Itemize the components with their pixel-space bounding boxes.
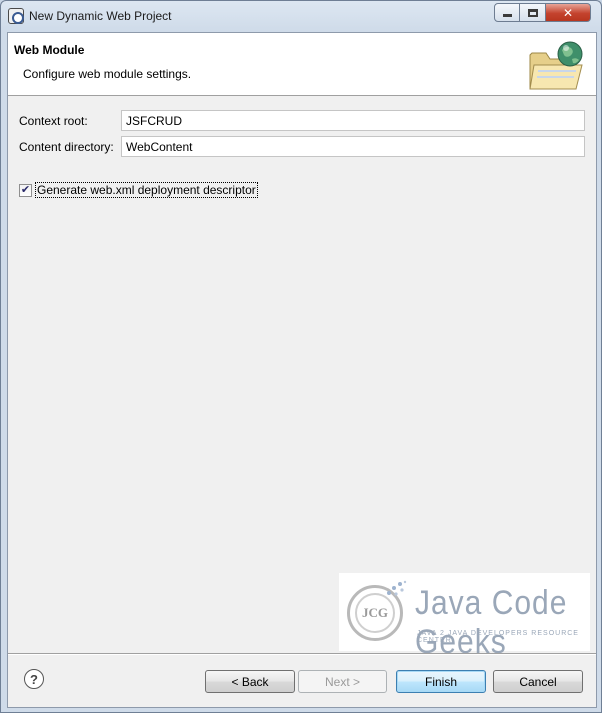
maximize-icon <box>527 8 538 17</box>
watermark-tagline: JAVA 2 JAVA DEVELOPERS RESOURCE CENTER <box>417 630 579 644</box>
title-bar: New Dynamic Web Project ✕ <box>1 1 601 32</box>
next-button: Next > <box>298 670 387 693</box>
content-directory-label: Content directory: <box>19 140 114 154</box>
eclipse-icon <box>8 8 24 24</box>
minimize-button[interactable] <box>494 3 520 22</box>
minimize-icon <box>502 14 512 17</box>
help-icon[interactable]: ? <box>24 669 44 689</box>
close-button[interactable]: ✕ <box>546 3 591 22</box>
checkmark-icon: ✔ <box>20 183 31 196</box>
wizard-banner: Web Module Configure web module settings… <box>8 33 596 96</box>
window-title: New Dynamic Web Project <box>29 9 172 23</box>
context-root-input[interactable] <box>121 110 585 131</box>
close-icon: ✕ <box>562 5 574 20</box>
maximize-button[interactable] <box>520 3 546 22</box>
watermark-logo: JCG Java Code Geeks JAVA 2 JAVA DEVELOPE… <box>339 573 590 661</box>
page-description: Configure web module settings. <box>23 67 192 81</box>
content-directory-input[interactable] <box>121 136 585 157</box>
generate-descriptor-checkbox[interactable]: ✔ <box>19 183 32 197</box>
generate-descriptor-label[interactable]: Generate web.xml deployment descriptor <box>35 182 258 198</box>
page-title: Web Module <box>14 43 85 57</box>
finish-button[interactable]: Finish <box>396 670 486 693</box>
context-root-label: Context root: <box>19 114 88 128</box>
dialog-body: Web Module Configure web module settings… <box>7 32 597 708</box>
watermark-brand: Java Code Geeks <box>415 583 568 661</box>
dialog-window: New Dynamic Web Project ✕ Web Module Con… <box>0 0 602 713</box>
folder-globe-icon <box>529 41 583 90</box>
watermark-dots-icon <box>387 580 407 596</box>
footer-divider-highlight <box>8 654 596 655</box>
back-button[interactable]: < Back <box>205 670 295 693</box>
cancel-button[interactable]: Cancel <box>493 670 583 693</box>
generate-descriptor-row[interactable]: ✔ Generate web.xml deployment descriptor <box>19 182 258 198</box>
